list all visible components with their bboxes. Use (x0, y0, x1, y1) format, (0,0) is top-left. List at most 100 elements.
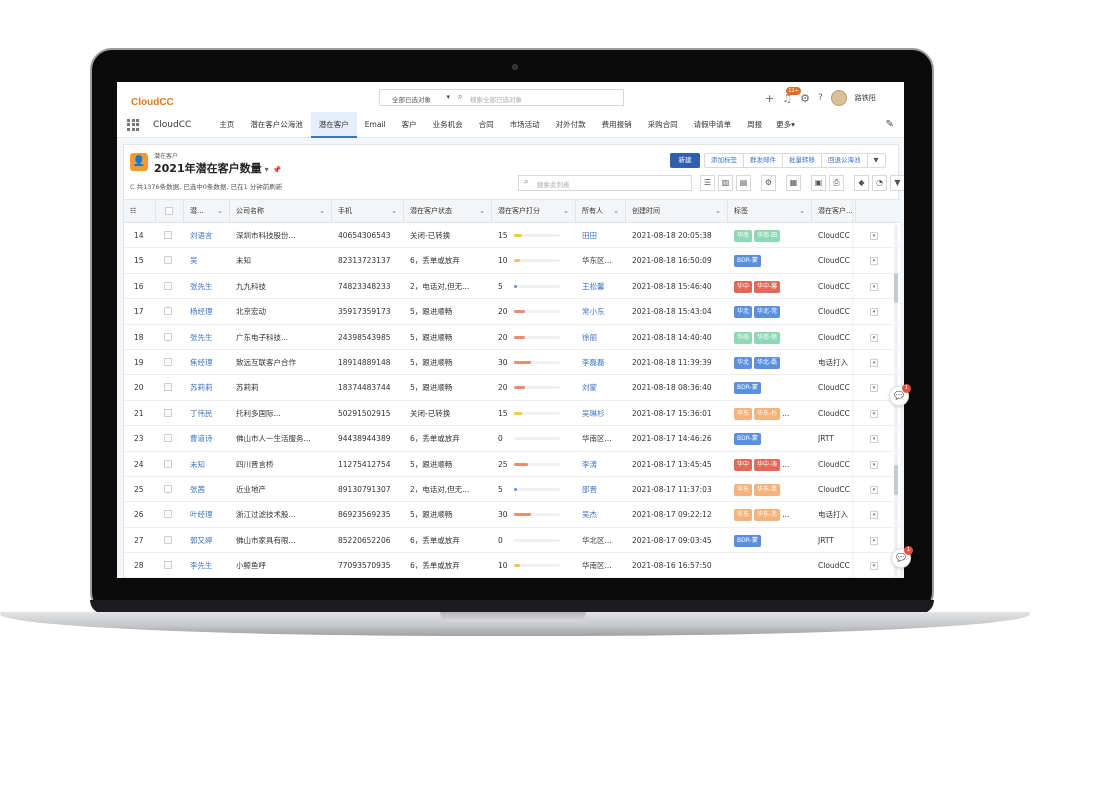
tag-badge[interactable]: 华中-馨 (754, 280, 781, 293)
nav-tab[interactable]: 合同 (471, 112, 502, 138)
filter-icon[interactable]: ▼ (890, 175, 904, 191)
nav-tab[interactable]: Email (357, 112, 394, 138)
table-row[interactable]: 16 张先生 九九科技 74823348233 2，电话对,但无... 5 王松馨 2021-… (124, 273, 900, 300)
row-menu-icon[interactable]: ▾ (870, 384, 878, 393)
row-checkbox[interactable] (164, 307, 172, 316)
col-header-company[interactable]: 公司名称 ⌄ (230, 200, 332, 223)
tag-icon[interactable]: ◆ (854, 175, 869, 191)
help-icon[interactable]: ? (818, 93, 823, 103)
col-header-source[interactable]: 潜在客户... (812, 200, 856, 223)
global-search-input[interactable]: ⌕ 搜索全部已选对象 (454, 89, 624, 106)
lead-name-link[interactable]: 吴 (190, 248, 198, 273)
list-search-input[interactable]: ⌕ 搜索此列表 (518, 175, 692, 191)
row-menu-icon[interactable]: ▾ (870, 333, 878, 342)
owner-name[interactable]: 王松馨 (582, 274, 605, 299)
row-checkbox[interactable] (164, 231, 172, 239)
table-row[interactable]: 28 李先生 小鲸鱼呼 77093570935 6，丢单或放弃 10 华南区... 2021-… (124, 553, 900, 578)
chart-icon[interactable]: ▦ (786, 175, 801, 191)
table-row[interactable]: 23 曹道诗 佛山市人一生活服务... 94438944389 6，丢单或放弃 0 华南区.… (124, 426, 900, 452)
action-button[interactable]: 回退公海池 (822, 154, 868, 167)
tag-badge[interactable]: 华东 (734, 483, 753, 496)
refresh-icon[interactable]: C (130, 183, 135, 191)
owner-name[interactable]: 田田 (582, 223, 597, 248)
tag-badge[interactable]: 华东 (734, 509, 753, 522)
table-row[interactable]: 26 叶经理 浙江过滤技术股... 86923569235 5，跟进顺畅 30 吴杰 2021… (124, 502, 900, 528)
nav-tab[interactable]: 采购合同 (640, 112, 686, 138)
tag-badge[interactable]: 华北-常 (754, 306, 781, 319)
caret-down-icon[interactable]: ▾ (265, 165, 269, 174)
lead-name-link[interactable]: 苏莉莉 (190, 375, 213, 400)
row-checkbox[interactable] (164, 408, 172, 417)
action-button[interactable]: ▼ (868, 154, 885, 167)
lead-name-link[interactable]: 叶经理 (190, 502, 213, 527)
tag-badge[interactable]: 华东 (734, 407, 753, 420)
tag-badge[interactable]: 华南-田 (754, 230, 781, 242)
table-row[interactable]: 21 丁伟民 托利多国际... 50291502915 关闭-已转换 15 吴琳杉 2021-… (124, 400, 900, 427)
row-menu-icon[interactable]: ▾ (870, 232, 878, 240)
tag-badge[interactable]: 华南 (734, 331, 753, 344)
bell-icon[interactable]: ♫ 12+ (782, 86, 801, 105)
row-checkbox[interactable] (164, 357, 172, 366)
lead-name-link[interactable]: 张先生 (190, 274, 213, 299)
row-menu-icon[interactable]: ▾ (870, 511, 878, 520)
nav-more[interactable]: 更多▾ (770, 119, 801, 130)
tag-badge[interactable]: BDR-蒙 (734, 382, 761, 395)
add-icon[interactable]: + (765, 92, 774, 105)
owner-name[interactable]: 徐丽 (582, 325, 597, 350)
lead-name-link[interactable]: 李先生 (190, 553, 213, 578)
row-checkbox[interactable] (164, 332, 172, 341)
tag-badge[interactable]: 华东-杰 (754, 509, 781, 522)
action-button[interactable]: 添加标签 (705, 154, 744, 167)
chat-bubble-button[interactable]: 💬 1 (889, 384, 911, 406)
tag-badge[interactable]: BDR-蒙 (734, 433, 761, 446)
export-icon[interactable]: ▣ (811, 175, 826, 191)
col-header-owner[interactable]: 所有人 ⌄ (576, 200, 626, 223)
row-checkbox[interactable] (164, 281, 172, 290)
col-header-phone[interactable]: 手机 ⌄ (332, 200, 404, 223)
tag-badge[interactable]: BDR-蒙 (734, 255, 761, 268)
pin-icon[interactable]: 📌 (273, 166, 282, 174)
view-title[interactable]: 2021年潜在客户数量 ▾ 📌 (154, 160, 281, 176)
nav-tab[interactable]: 市场活动 (502, 112, 548, 138)
row-menu-icon[interactable]: ▾ (870, 485, 878, 494)
table-row[interactable]: 17 杨经理 北京宏动 35917359173 5，跟进顺畅 20 常小东 2021-08-1… (124, 299, 900, 325)
nav-tab[interactable]: 客户 (394, 112, 425, 138)
tag-badge[interactable]: 华北 (734, 306, 753, 319)
tag-badge[interactable]: 华中-涛 (754, 458, 781, 471)
nav-tab[interactable]: 潜在客户公海池 (242, 112, 311, 138)
chat-bubble-button[interactable]: 💬 1 (891, 546, 913, 568)
lead-name-link[interactable]: 焦经理 (190, 350, 213, 375)
tag-badge[interactable]: 华南-徐 (754, 331, 781, 344)
table-view-icon[interactable]: ☰ (700, 175, 715, 191)
owner-name[interactable]: 刘蒙 (582, 375, 597, 400)
row-checkbox[interactable] (164, 535, 172, 544)
lead-name-link[interactable]: 杨经理 (190, 299, 213, 324)
row-checkbox[interactable] (164, 510, 172, 519)
table-row[interactable]: 19 焦经理 致远互联客户合作 18914889148 5，跟进顺畅 30 李磊磊 2021-… (124, 349, 900, 376)
nav-tab[interactable]: 主页 (211, 112, 242, 138)
lead-name-link[interactable]: 张先生 (190, 325, 213, 350)
row-menu-icon[interactable]: ▾ (870, 562, 878, 571)
col-header-tags[interactable]: 标签 ⌄ (728, 200, 812, 223)
select-all-checkbox[interactable] (165, 207, 173, 215)
table-row[interactable]: 14 刘语言 深圳市科技股份... 40654306543 关闭-已转换 15 田田 2021… (124, 223, 900, 249)
row-menu-icon[interactable]: ▾ (870, 358, 878, 367)
table-row[interactable]: 20 苏莉莉 苏莉莉 18374483744 5，跟进顺畅 20 刘蒙 2021-08-18 … (124, 375, 900, 401)
nav-tab[interactable]: 业务机会 (425, 112, 471, 138)
user-name[interactable]: 路铁阳 (855, 93, 876, 103)
nav-tab[interactable]: 请假申请单 (686, 112, 740, 138)
nav-tab[interactable]: 费用报销 (594, 112, 640, 138)
table-row[interactable]: 24 未知 四川晋言桥 11275412754 5，跟进顺畅 25 李涛 2021-08-17… (124, 451, 900, 477)
kanban-view-icon[interactable]: ▥ (718, 175, 733, 191)
row-menu-icon[interactable]: ▾ (870, 282, 878, 291)
row-menu-icon[interactable]: ▾ (870, 435, 878, 444)
lead-name-link[interactable]: 曹道诗 (190, 426, 213, 451)
search-scope-select[interactable]: 全部已选对象 ▾ (379, 89, 455, 106)
table-row[interactable]: 15 吴 未知 82313723137 6，丢单或放弃 10 华东区... 2021-08-1… (124, 248, 900, 274)
tag-badge[interactable]: 华南 (734, 230, 753, 242)
select-all-header[interactable] (156, 200, 184, 223)
col-header-name[interactable]: 潜... ⌄ (184, 200, 230, 223)
owner-name[interactable]: 吴琳杉 (582, 401, 605, 426)
row-checkbox[interactable] (164, 383, 172, 392)
app-launcher-icon[interactable] (127, 118, 141, 131)
